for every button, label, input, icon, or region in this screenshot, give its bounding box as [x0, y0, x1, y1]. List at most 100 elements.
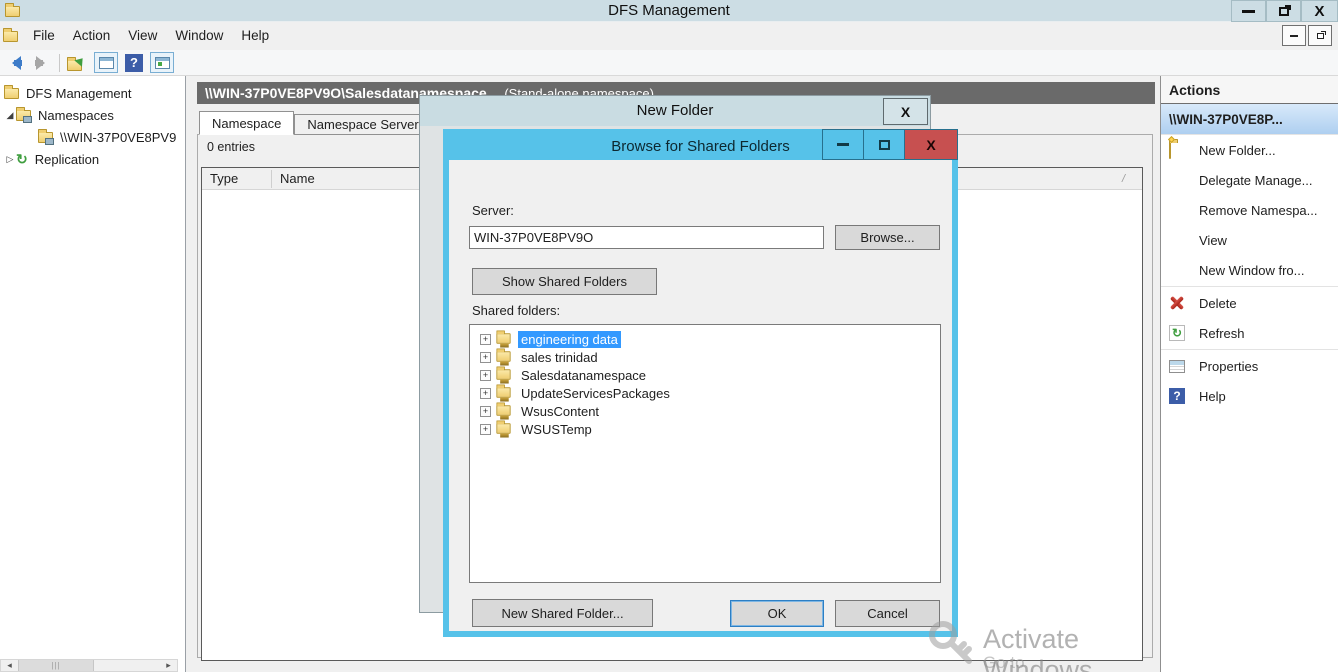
close-icon: X: [926, 137, 935, 153]
shared-folder-row[interactable]: + WSUSTemp: [470, 420, 940, 438]
replication-icon: ↻: [16, 152, 28, 166]
action-remove-namespace[interactable]: Remove Namespa...: [1161, 195, 1338, 225]
expand-plus-icon[interactable]: +: [480, 370, 491, 381]
minimize-icon: [1242, 10, 1255, 13]
shared-folder-row[interactable]: + Salesdatanamespace: [470, 366, 940, 384]
delete-icon: [1169, 296, 1185, 310]
tree-item-dfs-management[interactable]: DFS Management: [0, 82, 186, 104]
action-delegate[interactable]: Delegate Manage...: [1161, 165, 1338, 195]
shared-folders-list[interactable]: + engineering data + sales trinidad + Sa…: [469, 324, 941, 583]
tab-namespace[interactable]: Namespace: [199, 111, 294, 135]
mdi-restore-button[interactable]: [1308, 25, 1332, 46]
browse-dialog-titlebar: Browse for Shared Folders X: [448, 134, 953, 160]
expand-plus-icon[interactable]: +: [480, 388, 491, 399]
mdi-child-icon: [3, 31, 18, 42]
show-action-pane-button[interactable]: [150, 52, 174, 73]
browse-button[interactable]: Browse...: [835, 225, 940, 250]
menu-file[interactable]: File: [24, 25, 64, 47]
expand-plus-icon[interactable]: +: [480, 352, 491, 363]
expand-plus-icon[interactable]: +: [480, 406, 491, 417]
show-shared-folders-button[interactable]: Show Shared Folders: [472, 268, 657, 295]
menu-action[interactable]: Action: [64, 25, 120, 47]
tab-namespace-servers[interactable]: Namespace Servers: [294, 114, 438, 135]
toolbar-separator: [59, 54, 60, 72]
shared-folder-name[interactable]: WsusContent: [518, 403, 602, 420]
maximize-icon: [879, 140, 890, 150]
scroll-right-icon[interactable]: ▸: [160, 660, 177, 671]
actions-context-title[interactable]: \\WIN-37P0VE8P...: [1161, 104, 1338, 135]
toolbar: ?: [0, 50, 1338, 76]
scroll-left-icon[interactable]: ◂: [1, 660, 18, 671]
shared-folder-name[interactable]: WSUSTemp: [518, 421, 595, 438]
results-tabs: Namespace Namespace Servers: [199, 111, 438, 135]
tree-horizontal-scrollbar[interactable]: ◂ ||| ▸: [0, 659, 178, 672]
forward-icon[interactable]: [32, 56, 52, 70]
back-icon[interactable]: [5, 56, 25, 70]
shared-folders-label: Shared folders:: [472, 303, 560, 318]
minimize-icon: [837, 143, 849, 146]
tree-item-replication[interactable]: ▷ ↻ Replication: [0, 148, 186, 170]
shared-folder-name[interactable]: Salesdatanamespace: [518, 367, 649, 384]
new-shared-folder-button[interactable]: New Shared Folder...: [472, 599, 653, 627]
dfs-management-window: DFS Management X File Action View Window…: [0, 0, 1338, 672]
action-refresh[interactable]: ↻ Refresh: [1161, 318, 1338, 348]
help-icon: ?: [1169, 388, 1185, 404]
ok-button[interactable]: OK: [730, 600, 824, 627]
column-header-type[interactable]: Type: [202, 170, 272, 188]
show-console-tree-button[interactable]: [94, 52, 118, 73]
shared-folder-name[interactable]: sales trinidad: [518, 349, 601, 366]
action-new-folder[interactable]: New Folder...: [1161, 135, 1338, 165]
browse-shared-folders-dialog: Browse for Shared Folders X Server: Brow…: [443, 129, 958, 637]
expanded-twisty-icon[interactable]: ◢: [4, 110, 16, 121]
browse-close-button[interactable]: X: [905, 129, 958, 160]
console-tree-pane: DFS Management ◢ Namespaces \\WIN-37P0VE…: [0, 76, 186, 672]
minimize-button[interactable]: [1231, 0, 1266, 22]
filter-icon[interactable]: /: [1122, 173, 1142, 185]
mdi-minimize-icon: [1290, 35, 1298, 37]
action-help[interactable]: ? Help: [1161, 381, 1338, 411]
tree-item-namespace-server[interactable]: \\WIN-37P0VE8PV9: [0, 126, 186, 148]
actions-separator: [1161, 286, 1338, 287]
new-folder-title: New Folder: [420, 96, 930, 126]
shared-folder-row[interactable]: + engineering data: [470, 330, 940, 348]
collapsed-twisty-icon[interactable]: ▷: [4, 154, 16, 165]
console-tree-icon: [99, 57, 114, 69]
mdi-minimize-button[interactable]: [1282, 25, 1306, 46]
dfs-management-icon: [4, 88, 19, 99]
action-view[interactable]: View: [1161, 225, 1338, 255]
browse-maximize-button[interactable]: [864, 129, 905, 160]
scrollbar-track[interactable]: [94, 660, 160, 671]
shared-folder-icon: [496, 351, 510, 361]
browse-minimize-button[interactable]: [822, 129, 864, 160]
scrollbar-thumb[interactable]: |||: [18, 660, 94, 671]
shared-folder-icon: [496, 405, 510, 415]
export-list-icon[interactable]: [67, 54, 87, 71]
action-new-window[interactable]: New Window fro...: [1161, 255, 1338, 285]
new-folder-close-button[interactable]: X: [883, 98, 928, 125]
restore-button[interactable]: [1266, 0, 1301, 22]
shared-folder-name[interactable]: engineering data: [518, 331, 621, 348]
menu-window[interactable]: Window: [166, 25, 232, 47]
refresh-icon: ↻: [1169, 325, 1185, 341]
cancel-button[interactable]: Cancel: [835, 600, 940, 627]
close-button[interactable]: X: [1301, 0, 1338, 22]
help-toolbar-icon[interactable]: ?: [125, 54, 143, 72]
expand-plus-icon[interactable]: +: [480, 334, 491, 345]
action-delete[interactable]: Delete: [1161, 288, 1338, 318]
tree-item-namespaces[interactable]: ◢ Namespaces: [0, 104, 186, 126]
shared-folder-row[interactable]: + WsusContent: [470, 402, 940, 420]
shared-folder-row[interactable]: + UpdateServicesPackages: [470, 384, 940, 402]
window-title: DFS Management: [0, 0, 1338, 22]
menu-view[interactable]: View: [119, 25, 166, 47]
entries-count: 0 entries: [207, 140, 255, 154]
close-icon: X: [1314, 4, 1324, 19]
menu-help[interactable]: Help: [232, 25, 278, 47]
server-input[interactable]: [469, 226, 824, 249]
action-properties[interactable]: Properties: [1161, 351, 1338, 381]
actions-separator: [1161, 349, 1338, 350]
shared-folder-row[interactable]: + sales trinidad: [470, 348, 940, 366]
shared-folder-icon: [496, 333, 510, 343]
close-icon: X: [901, 104, 910, 120]
shared-folder-name[interactable]: UpdateServicesPackages: [518, 385, 673, 402]
expand-plus-icon[interactable]: +: [480, 424, 491, 435]
